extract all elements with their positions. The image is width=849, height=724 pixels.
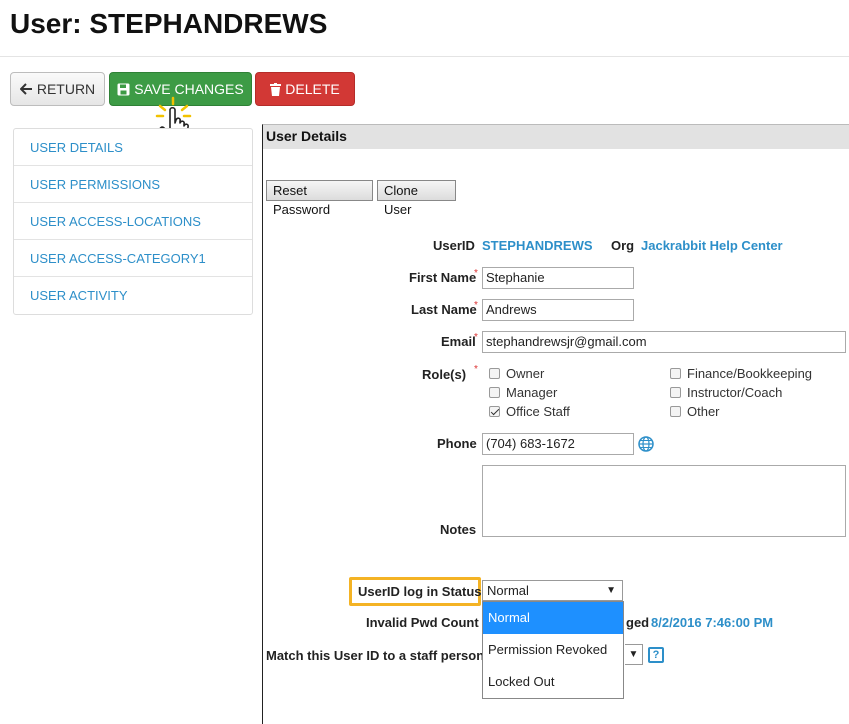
save-changes-label: SAVE CHANGES [134,81,244,97]
login-status-label: UserID log in Status [358,584,482,599]
userid-label: UserID [433,238,475,253]
sidebar-item-user-access-locations[interactable]: USER ACCESS-LOCATIONS [14,203,252,240]
userid-value: STEPHANDREWS [482,238,593,253]
floppy-disk-icon [117,83,130,95]
login-status-option-normal[interactable]: Normal [483,602,623,634]
invalid-pwd-label: Invalid Pwd Count [366,615,479,630]
notes-label: Notes [440,522,477,537]
roles-label: Role(s) [422,367,467,382]
role-manager-checkbox[interactable] [489,387,500,398]
reset-password-button[interactable]: Reset Password [266,180,373,217]
panel-title: User Details [263,125,849,149]
login-status-select[interactable]: Normal ▼ [482,580,623,601]
delete-button-label: DELETE [285,81,340,97]
user-sidebar-nav: USER DETAILS USER PERMISSIONS USER ACCES… [13,128,253,315]
sidebar-item-user-permissions[interactable]: USER PERMISSIONS [14,166,252,203]
first-name-label: First Name [409,270,477,285]
role-instructor-checkbox[interactable] [670,387,681,398]
sidebar-item-user-access-category1[interactable]: USER ACCESS-CATEGORY1 [14,240,252,277]
notes-textarea[interactable] [482,465,846,537]
role-manager: Manager [489,385,557,400]
arrow-left-icon [19,83,32,95]
email-input[interactable]: stephandrewsjr@gmail.com [482,331,846,353]
help-icon[interactable]: ? [648,647,664,663]
role-office-staff-label: Office Staff [506,404,570,419]
required-marker: * [474,300,478,311]
required-marker: * [474,332,478,343]
return-button-label: RETURN [36,81,96,97]
login-status-option-locked-out[interactable]: Locked Out [483,666,623,698]
sidebar-item-user-details[interactable]: USER DETAILS [14,129,252,166]
last-name-label: Last Name [411,302,477,317]
return-button[interactable]: RETURN [10,72,105,106]
login-status-option-permission-revoked[interactable]: Permission Revoked [483,634,623,666]
phone-input[interactable]: (704) 683-1672 [482,433,634,455]
required-marker: * [474,268,478,279]
clone-user-button[interactable]: Clone User [377,180,456,217]
email-label: Email [441,334,476,349]
staff-person-select[interactable]: ▼ [625,644,643,665]
role-finance-label: Finance/Bookkeeping [687,366,813,381]
role-office-staff-checkbox[interactable] [489,406,500,417]
role-office-staff: Office Staff [489,404,570,419]
pwd-changed-value: 8/2/2016 7:46:00 PM [651,615,774,630]
role-instructor: Instructor/Coach [670,385,782,400]
pwd-changed-label: ged [626,615,650,630]
role-other-checkbox[interactable] [670,406,681,417]
role-owner-checkbox[interactable] [489,368,500,379]
title-divider [0,56,849,57]
login-status-selected: Normal [487,583,529,598]
login-status-dropdown: Normal Permission Revoked Locked Out [482,601,624,699]
page-title: User: STEPHANDREWS [10,8,328,39]
required-marker: * [474,364,478,375]
match-staff-label: Match this User ID to a staff person [266,648,485,663]
chevron-down-icon: ▼ [628,649,639,660]
trash-icon [270,82,282,96]
role-instructor-label: Instructor/Coach [687,385,783,400]
phone-label: Phone [437,436,477,451]
sidebar-item-user-activity[interactable]: USER ACTIVITY [14,277,252,314]
first-name-input[interactable]: Stephanie [482,267,634,289]
role-finance: Finance/Bookkeeping [670,366,812,381]
role-other: Other [670,404,720,419]
chevron-down-icon: ▼ [606,585,616,596]
org-value-link[interactable]: Jackrabbit Help Center [641,238,783,253]
role-owner-label: Owner [506,366,545,381]
delete-button[interactable]: DELETE [255,72,355,106]
org-label: Org [611,238,635,253]
role-owner: Owner [489,366,544,381]
role-other-label: Other [687,404,720,419]
role-finance-checkbox[interactable] [670,368,681,379]
role-manager-label: Manager [506,385,558,400]
last-name-input[interactable]: Andrews [482,299,634,321]
globe-icon[interactable] [638,436,654,452]
